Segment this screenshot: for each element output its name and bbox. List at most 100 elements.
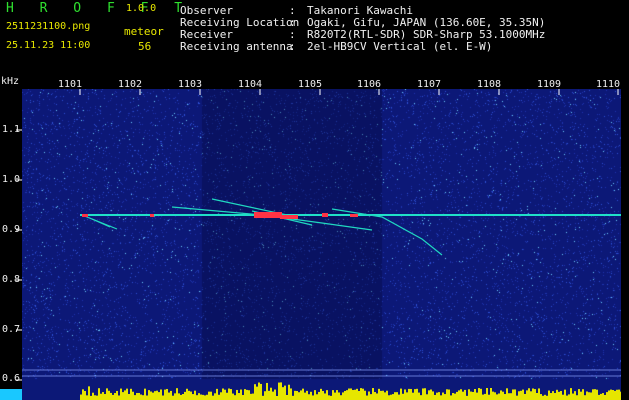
meteor-label: meteor <box>124 25 164 38</box>
signal-bar <box>92 392 94 400</box>
signal-bar <box>412 392 414 400</box>
signal-bar <box>488 394 490 400</box>
signal-bar <box>392 394 394 400</box>
signal-bar <box>240 389 242 400</box>
signal-bar <box>576 395 578 400</box>
signal-bar <box>366 395 368 400</box>
signal-bar <box>374 392 376 400</box>
signal-bar <box>112 394 114 400</box>
signal-level-bars <box>80 382 621 400</box>
signal-bar <box>102 392 104 400</box>
signal-bar <box>570 388 572 400</box>
signal-bar <box>218 394 220 400</box>
signal-bar <box>282 387 284 400</box>
signal-bar <box>148 390 150 400</box>
signal-bar <box>512 389 514 400</box>
signal-bar <box>188 390 190 400</box>
signal-bar <box>124 390 126 400</box>
signal-bar <box>330 395 332 400</box>
signal-bar <box>258 382 260 400</box>
signal-bar <box>346 390 348 400</box>
signal-bar <box>438 392 440 400</box>
signal-bar <box>408 388 410 400</box>
signal-bar <box>90 395 92 400</box>
signal-bar <box>158 392 160 400</box>
signal-bar <box>136 392 138 400</box>
signal-bar <box>252 393 254 400</box>
signal-bar <box>80 394 82 400</box>
signal-bar <box>174 393 176 400</box>
signal-bar <box>554 393 556 400</box>
signal-bar <box>444 394 446 400</box>
signal-bar <box>550 393 552 400</box>
signal-bar <box>164 389 166 400</box>
signal-bar <box>382 390 384 400</box>
signal-bar <box>276 395 278 400</box>
signal-bar <box>322 391 324 400</box>
signal-bar <box>302 388 304 400</box>
signal-bar <box>116 390 118 400</box>
signal-bar <box>290 388 292 400</box>
signal-bar <box>260 383 262 400</box>
signal-bar <box>504 394 506 400</box>
signal-bar <box>406 392 408 400</box>
signal-bar <box>448 389 450 400</box>
signal-bar <box>484 393 486 400</box>
signal-bar <box>608 390 610 400</box>
signal-bar <box>476 392 478 400</box>
signal-bar <box>154 391 156 400</box>
signal-bar <box>262 395 264 400</box>
signal-bar <box>422 388 424 400</box>
signal-bar <box>94 395 96 400</box>
signal-bar <box>232 393 234 400</box>
signal-bar <box>356 388 358 400</box>
signal-bar <box>324 393 326 400</box>
signal-bar <box>380 390 382 400</box>
signal-bar <box>370 394 372 400</box>
signal-bar <box>244 389 246 400</box>
signal-bar <box>516 395 518 400</box>
signal-bar <box>616 389 618 400</box>
signal-bar <box>202 394 204 400</box>
signal-bar <box>312 395 314 400</box>
signal-bar <box>214 393 216 400</box>
signal-bar <box>402 393 404 400</box>
signal-bar <box>266 382 268 400</box>
signal-bar <box>598 394 600 400</box>
signal-bar <box>606 392 608 400</box>
signal-bar <box>400 388 402 400</box>
signal-bar <box>284 385 286 400</box>
signal-bar <box>470 391 472 400</box>
signal-bar <box>364 390 366 400</box>
signal-bar <box>272 391 274 400</box>
signal-bar <box>308 394 310 400</box>
signal-bar <box>168 392 170 400</box>
signal-bar <box>552 391 554 400</box>
signal-bar <box>526 390 528 400</box>
signal-bar <box>560 390 562 400</box>
signal-bar <box>224 389 226 400</box>
signal-bar <box>352 390 354 400</box>
signal-bar <box>152 392 154 400</box>
signal-bar <box>482 394 484 400</box>
signal-bar <box>458 390 460 400</box>
signal-bar <box>236 389 238 400</box>
signal-bar <box>534 389 536 400</box>
signal-bar <box>254 384 256 400</box>
y-unit-label: kHz <box>1 76 20 87</box>
signal-bar <box>562 394 564 400</box>
spectrogram <box>22 89 621 400</box>
signal-bar <box>524 393 526 400</box>
signal-bar <box>314 390 316 400</box>
signal-bar <box>132 391 134 400</box>
signal-bar <box>586 391 588 400</box>
signal-bar <box>464 389 466 400</box>
signal-bar <box>446 389 448 400</box>
signal-bar <box>146 395 148 400</box>
signal-bar <box>176 388 178 400</box>
signal-bar <box>110 392 112 400</box>
signal-bar <box>614 390 616 400</box>
signal-bar <box>264 391 266 400</box>
signal-bar <box>140 394 142 400</box>
datetime: 25.11.23 11:00 <box>6 40 91 51</box>
